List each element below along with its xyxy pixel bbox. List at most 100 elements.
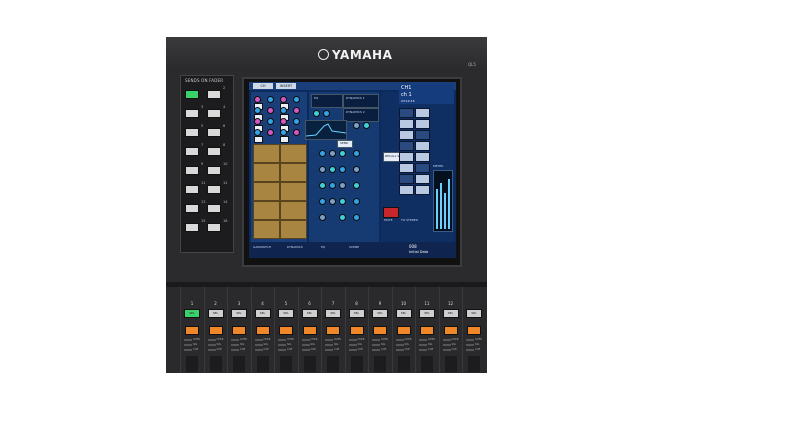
send-level-knob[interactable] [280, 118, 287, 125]
sends-on-fader-button[interactable] [207, 223, 221, 232]
send-level-knob[interactable] [293, 129, 300, 136]
processing-knob[interactable] [319, 198, 326, 205]
screen-parameter-button[interactable] [399, 108, 414, 118]
fader[interactable] [327, 356, 339, 372]
screen-parameter-button[interactable] [415, 152, 430, 162]
send-slot[interactable] [280, 163, 307, 182]
function-scene[interactable]: SCENE [349, 245, 359, 249]
on-key-button[interactable] [232, 326, 246, 335]
sends-on-fader-button[interactable] [185, 166, 199, 175]
on-key-button[interactable] [349, 326, 364, 335]
send-level-knob[interactable] [293, 96, 300, 103]
channel-name-box[interactable]: CH1 ch 1 23:12:15 [399, 84, 454, 104]
screen-parameter-button[interactable] [415, 119, 430, 129]
processing-knob[interactable] [329, 150, 336, 157]
fader[interactable] [280, 356, 292, 372]
touch-screen[interactable]: CH INSERT EQ DYNAMICS 1 DYNAMICS 2 DELAY [249, 82, 456, 258]
send-slot[interactable] [253, 201, 280, 220]
send-level-knob[interactable] [293, 107, 300, 114]
send-level-knob[interactable] [267, 118, 274, 125]
fader[interactable] [256, 356, 269, 372]
tab-ch[interactable]: CH [253, 83, 273, 89]
send-slot[interactable] [253, 144, 280, 163]
tab-insert[interactable]: INSERT [276, 83, 296, 89]
processing-knob[interactable] [339, 166, 346, 173]
send-level-knob[interactable] [254, 96, 261, 103]
send-slot[interactable] [253, 182, 280, 201]
screen-parameter-button[interactable] [415, 141, 430, 151]
send-slot[interactable] [253, 163, 280, 182]
screen-parameter-button[interactable] [399, 163, 414, 173]
send-slot[interactable] [280, 182, 307, 201]
on-key-button[interactable] [185, 326, 199, 335]
fader[interactable] [444, 356, 457, 372]
processing-knob[interactable] [363, 122, 370, 129]
sends-on-fader-button[interactable] [207, 109, 221, 118]
sel-button[interactable]: SEL [301, 309, 318, 318]
screen-parameter-button[interactable] [399, 174, 414, 184]
send-slot[interactable] [280, 220, 307, 239]
send-on-button[interactable] [280, 136, 289, 143]
processing-knob[interactable] [339, 214, 346, 221]
sel-button[interactable]: SEL [442, 309, 459, 318]
sel-button[interactable]: SEL [278, 309, 294, 318]
screen-parameter-button[interactable] [399, 152, 414, 162]
processing-knob[interactable] [329, 166, 336, 173]
sends-on-fader-button[interactable] [185, 90, 199, 99]
send-level-knob[interactable] [254, 107, 261, 114]
send-slot[interactable] [253, 220, 280, 239]
fader[interactable] [303, 356, 316, 372]
screen-parameter-button[interactable] [415, 108, 430, 118]
screen-parameter-button[interactable] [415, 185, 430, 195]
fader[interactable] [233, 356, 245, 372]
screen-parameter-button[interactable] [399, 119, 414, 129]
send-slot[interactable] [280, 144, 307, 163]
sends-on-fader-button[interactable] [185, 147, 199, 156]
on-key-button[interactable] [208, 326, 223, 335]
dynamics1-display[interactable]: DYNAMICS 1 [343, 94, 379, 108]
sel-button[interactable]: SEL [466, 309, 482, 318]
sel-button[interactable]: SEL [184, 309, 200, 318]
send-level-knob[interactable] [267, 107, 274, 114]
send-button[interactable]: SEND [337, 140, 353, 148]
sel-button[interactable]: SEL [254, 309, 271, 318]
processing-knob[interactable] [339, 150, 346, 157]
sends-on-fader-button[interactable] [185, 223, 199, 232]
send-level-knob[interactable] [293, 118, 300, 125]
on-key-button[interactable] [396, 326, 411, 335]
function-eq[interactable]: EQ [321, 245, 325, 249]
screen-parameter-button[interactable] [399, 130, 414, 140]
processing-knob[interactable] [353, 198, 360, 205]
processing-knob[interactable] [319, 150, 326, 157]
send-level-knob[interactable] [254, 129, 261, 136]
processing-knob[interactable] [353, 150, 360, 157]
fader[interactable] [421, 356, 433, 372]
on-key-button[interactable] [443, 326, 458, 335]
eq-display[interactable]: EQ [311, 94, 343, 108]
sends-on-fader-button[interactable] [185, 204, 199, 213]
fader[interactable] [397, 356, 410, 372]
on-key-button[interactable] [420, 326, 434, 335]
sends-on-fader-button[interactable] [185, 128, 199, 137]
screen-parameter-button[interactable] [399, 141, 414, 151]
processing-knob[interactable] [329, 182, 336, 189]
processing-knob[interactable] [353, 214, 360, 221]
on-key-button[interactable] [467, 326, 481, 335]
processing-knob[interactable] [319, 182, 326, 189]
screen-parameter-button[interactable] [415, 163, 430, 173]
send-level-knob[interactable] [280, 129, 287, 136]
processing-knob[interactable] [319, 214, 326, 221]
sends-on-fader-button[interactable] [207, 166, 221, 175]
on-key-button[interactable] [326, 326, 340, 335]
sends-on-fader-button[interactable] [207, 147, 221, 156]
sel-button[interactable]: SEL [231, 309, 247, 318]
sends-on-fader-button[interactable] [207, 185, 221, 194]
on-key-button[interactable] [255, 326, 270, 335]
processing-knob[interactable] [323, 110, 330, 117]
sends-on-fader-button[interactable] [207, 204, 221, 213]
function-gain-patch[interactable]: GAIN/PATCH [253, 245, 271, 249]
sel-button[interactable]: SEL [395, 309, 412, 318]
sel-button[interactable]: SEL [372, 309, 388, 318]
fader[interactable] [350, 356, 363, 372]
screen-parameter-button[interactable] [415, 174, 430, 184]
